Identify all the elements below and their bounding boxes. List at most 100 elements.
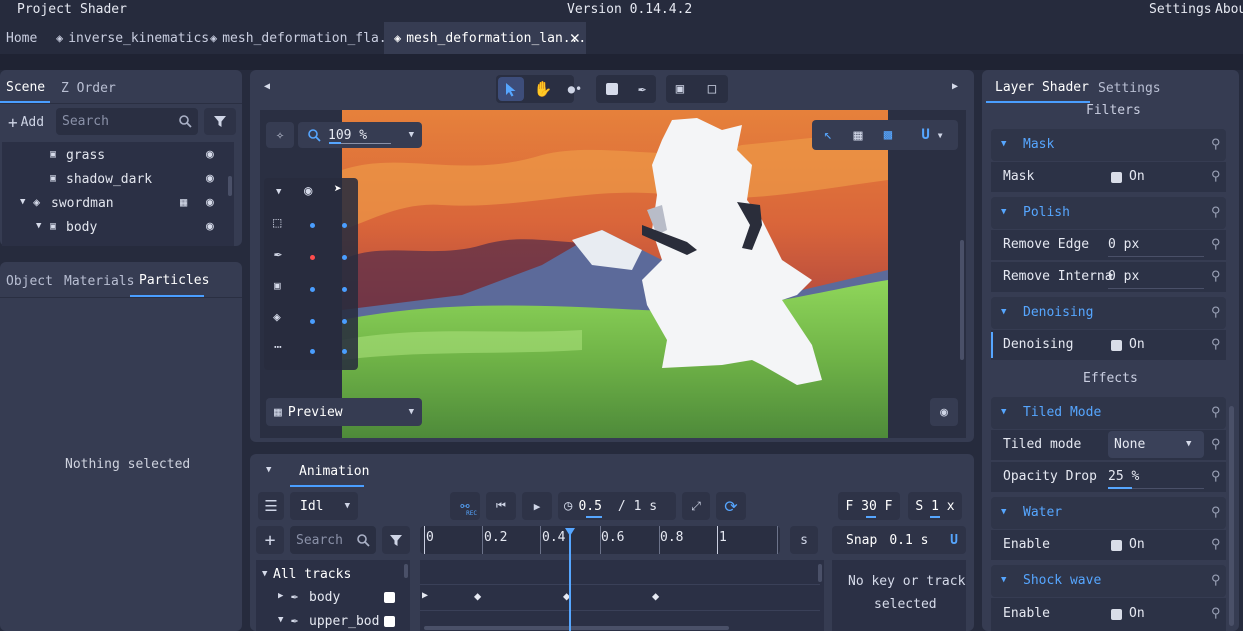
viewport-scrollbar[interactable] — [960, 240, 964, 360]
tab-object[interactable]: Object — [6, 274, 53, 289]
transform-tool-button[interactable]: □ — [700, 77, 724, 101]
key-icon[interactable]: ⚲ — [1211, 269, 1221, 284]
focus-tool-button[interactable]: ▣ — [668, 77, 692, 101]
brush-tool-button[interactable]: ✒ — [630, 77, 654, 101]
visibility-dot[interactable] — [310, 287, 315, 292]
chevron-down-icon[interactable]: ▼ — [276, 187, 281, 197]
bounds-icon[interactable]: ⬚ — [273, 215, 281, 231]
eye-icon[interactable]: ◉ — [206, 219, 214, 234]
step-field[interactable]: S 1 x — [908, 492, 962, 520]
eye-icon[interactable]: ◉ — [206, 195, 214, 210]
scene-search-field[interactable]: Search — [56, 108, 198, 135]
key-icon[interactable]: ⚲ — [1211, 237, 1221, 252]
tab-mesh-deformation-flat[interactable]: ◈ mesh_deformation_fla... — [210, 22, 402, 54]
shape-tool-button[interactable] — [600, 77, 624, 101]
time-field[interactable]: ◷ 0.5 / 1 s — [558, 492, 676, 520]
tree-item[interactable]: ▼ ◈ swordman ▦ ◉ — [2, 192, 234, 216]
key-icon[interactable]: ⚲ — [1211, 437, 1221, 452]
select-tool-button[interactable] — [498, 77, 524, 101]
clip-dropdown[interactable]: Idl ▼ — [290, 492, 358, 520]
water-section-header[interactable]: ▼ Water ⚲ — [991, 497, 1226, 529]
key-icon[interactable]: ⚲ — [1211, 469, 1221, 484]
checker-toggle[interactable]: ▩ — [876, 123, 900, 147]
key-icon[interactable]: ⚲ — [1211, 606, 1221, 621]
key-icon[interactable]: ⚲ — [1211, 505, 1221, 520]
chevron-down-icon[interactable]: ▼ — [266, 465, 271, 475]
visibility-dot[interactable] — [342, 349, 347, 354]
visibility-dot[interactable] — [342, 255, 347, 260]
time-ruler[interactable]: 0 0.2 0.4 0.6 0.8 1 — [420, 526, 780, 554]
tab-home[interactable]: Home — [6, 22, 37, 54]
visibility-dot[interactable] — [342, 287, 347, 292]
all-tracks-label[interactable]: All tracks — [273, 567, 351, 582]
tree-item[interactable]: ▣ shadow_dark ◉ — [2, 168, 234, 192]
tab-scene[interactable]: Scene — [6, 80, 45, 95]
tab-particles[interactable]: Particles — [139, 273, 209, 288]
tab-mesh-deformation-landscape[interactable]: ◈ mesh_deformation_lan... ✕ — [384, 22, 586, 54]
preview-dropdown[interactable]: ▦ Preview ▼ — [266, 398, 422, 426]
mask-checkbox[interactable] — [1111, 172, 1122, 183]
tab-materials[interactable]: Materials — [64, 274, 134, 289]
tiled-mode-select[interactable]: None ▼ — [1108, 431, 1204, 458]
menu-settings[interactable]: Settings — [1149, 2, 1212, 17]
key-icon[interactable]: ⚲ — [1211, 169, 1221, 184]
menu-project[interactable]: Project — [17, 2, 72, 17]
snap-magnet-toggle[interactable]: U ▼ — [912, 123, 952, 147]
grid-toggle[interactable]: ▦ — [846, 123, 870, 147]
snap-field[interactable]: Snap 0.1 s U — [832, 526, 966, 554]
recenter-button[interactable]: ✧ — [266, 122, 294, 148]
tab-settings[interactable]: Settings — [1098, 81, 1161, 96]
close-icon[interactable]: ✕ — [570, 28, 580, 48]
eye-icon[interactable]: ◉ — [304, 183, 312, 199]
menu-shader[interactable]: Shader — [80, 2, 127, 17]
denoising-checkbox[interactable] — [1111, 340, 1122, 351]
more-icon[interactable]: ⋯ — [274, 340, 282, 355]
track-row[interactable]: ▶ ✒ body — [256, 586, 406, 610]
key-icon[interactable]: ⚲ — [1211, 537, 1221, 552]
record-button[interactable]: ⚯ REC — [450, 492, 480, 520]
fps-field[interactable]: F 30 F — [838, 492, 900, 520]
scrollbar[interactable] — [818, 564, 822, 582]
add-button[interactable]: + Add — [4, 110, 48, 134]
tab-z-order[interactable]: Z Order — [61, 81, 116, 96]
filter-button[interactable] — [204, 108, 236, 135]
menu-button[interactable]: ☰ — [258, 492, 284, 520]
tab-layer-shader[interactable]: Layer Shader — [995, 80, 1089, 95]
animation-title[interactable]: Animation — [299, 464, 369, 479]
scrollbar[interactable] — [404, 564, 408, 578]
chevron-right-icon[interactable]: ▶ — [952, 81, 958, 92]
key-icon[interactable]: ⚲ — [1211, 337, 1221, 352]
eye-icon[interactable]: ◉ — [206, 171, 214, 186]
image-icon[interactable]: ▣ — [274, 279, 281, 292]
track-checkbox[interactable] — [384, 592, 395, 603]
menu-about[interactable]: Abou — [1215, 2, 1243, 17]
visibility-dot[interactable] — [310, 349, 315, 354]
track-filter-button[interactable] — [382, 526, 410, 554]
keyframe-marker[interactable]: ◆ — [474, 589, 481, 603]
visibility-dot[interactable] — [310, 319, 315, 324]
shock-checkbox[interactable] — [1111, 609, 1122, 620]
chevron-down-icon[interactable]: ▼ — [36, 221, 41, 231]
keyframe-area[interactable]: ▶ ◆ ◆ ◆ — [420, 560, 824, 631]
onion-skin-button[interactable]: ◉ — [930, 398, 958, 426]
add-track-button[interactable]: + — [256, 526, 284, 554]
visibility-dot[interactable] — [342, 223, 347, 228]
trash-icon[interactable]: ▦ — [180, 195, 187, 209]
tab-inverse-kinematics[interactable]: ◈ inverse_kinematics — [56, 22, 209, 54]
track-checkbox[interactable] — [384, 616, 395, 627]
key-icon[interactable]: ⚲ — [1211, 573, 1221, 588]
water-checkbox[interactable] — [1111, 540, 1122, 551]
visibility-dot[interactable] — [342, 319, 347, 324]
scrollbar[interactable] — [228, 176, 232, 196]
tree-item[interactable]: ▣ grass ◉ — [2, 144, 234, 168]
bone-tool-button[interactable]: ●• — [562, 77, 588, 101]
playhead[interactable] — [569, 528, 571, 631]
remove-internal-value[interactable]: 0 px — [1108, 269, 1139, 284]
visibility-dot[interactable] — [310, 255, 315, 260]
playhead-handle[interactable] — [565, 528, 575, 536]
key-icon[interactable]: ⚲ — [1211, 305, 1221, 320]
key-icon[interactable]: ⚲ — [1211, 405, 1221, 420]
visibility-dot[interactable] — [310, 223, 315, 228]
timeline-scrollbar[interactable] — [424, 626, 729, 630]
track-search-field[interactable]: Search — [290, 526, 376, 554]
